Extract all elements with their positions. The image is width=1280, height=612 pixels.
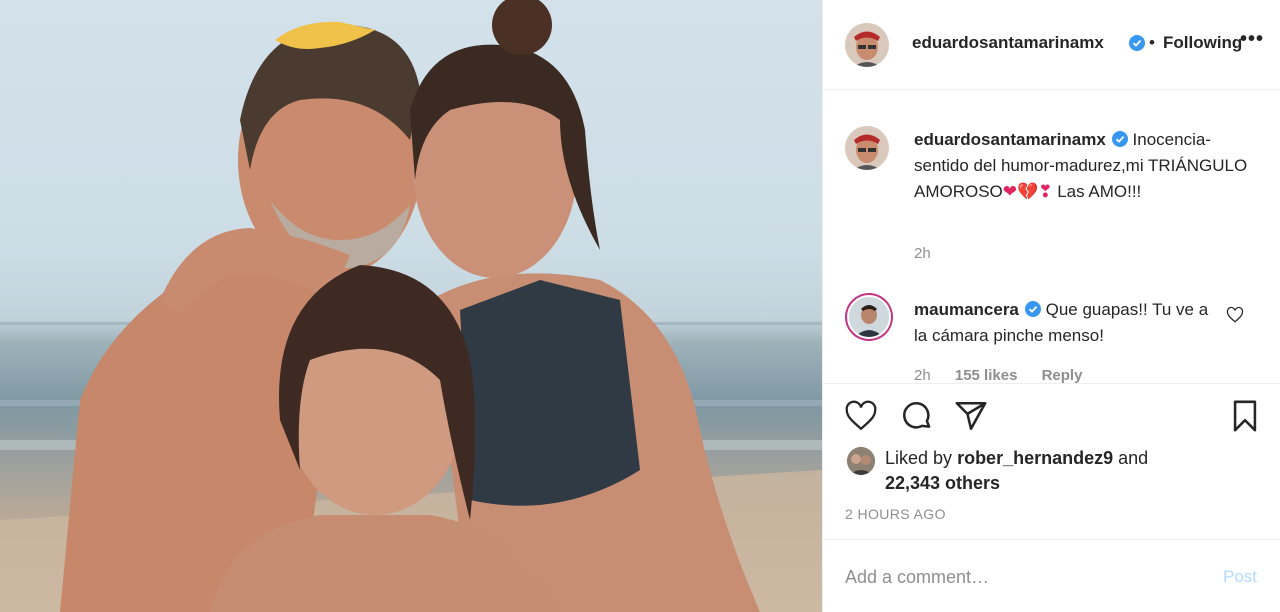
caption-emoji: ❤💔❣ bbox=[1002, 182, 1053, 201]
comment-reply-button[interactable]: Reply bbox=[1042, 367, 1083, 383]
post-header: eduardosantamarinamx • Following ••• bbox=[823, 0, 1280, 90]
caption-time: 2h bbox=[914, 245, 931, 262]
more-dots-icon[interactable]: ••• bbox=[1240, 28, 1264, 51]
liked-by-avatar[interactable] bbox=[847, 447, 875, 475]
liked-by-others[interactable]: 22,343 others bbox=[885, 473, 1000, 493]
heart-icon[interactable] bbox=[843, 398, 879, 434]
author-username[interactable]: eduardosantamarinamx bbox=[912, 33, 1104, 53]
caption-author-avatar[interactable] bbox=[845, 126, 889, 170]
add-comment-bar: Post bbox=[823, 539, 1280, 612]
post-comment-button[interactable]: Post bbox=[1223, 567, 1257, 587]
verified-badge-icon bbox=[1129, 35, 1145, 51]
liked-by-user[interactable]: rober_hernandez9 bbox=[957, 448, 1113, 468]
post-photo[interactable] bbox=[0, 0, 822, 612]
liked-by-summary: Liked by rober_hernandez9 and 22,343 oth… bbox=[885, 446, 1255, 496]
comment-like-heart-icon[interactable] bbox=[1226, 306, 1244, 329]
author-avatar[interactable] bbox=[845, 23, 889, 67]
liked-by-joiner: and bbox=[1118, 448, 1149, 468]
comment-username[interactable]: maumancera bbox=[914, 300, 1019, 319]
verified-badge-icon bbox=[1024, 299, 1041, 317]
bookmark-icon[interactable] bbox=[1227, 398, 1263, 434]
comment-likes[interactable]: 155 likes bbox=[955, 367, 1018, 383]
verified-badge-icon bbox=[1111, 129, 1128, 147]
follow-separator: • bbox=[1149, 33, 1155, 52]
comment-meta: 2h 155 likes Reply bbox=[914, 367, 1102, 383]
liked-by-prefix: Liked by bbox=[885, 448, 953, 468]
share-icon[interactable] bbox=[953, 398, 989, 434]
caption-text-end: Las AMO!!! bbox=[1057, 182, 1142, 201]
photo-illustration bbox=[0, 0, 822, 612]
comments-list[interactable]: eduardosantamarinamx Inocencia-sentido d… bbox=[823, 91, 1280, 383]
comment: maumancera Que guapas!! Tu ve a la cámar… bbox=[914, 297, 1219, 349]
add-comment-input[interactable] bbox=[845, 562, 1205, 592]
comment-icon[interactable] bbox=[899, 398, 935, 434]
caption-username[interactable]: eduardosantamarinamx bbox=[914, 130, 1106, 149]
post-side-panel: eduardosantamarinamx • Following ••• edu… bbox=[822, 0, 1280, 612]
commenter-avatar[interactable] bbox=[847, 295, 891, 339]
post-actions: Liked by rober_hernandez9 and 22,343 oth… bbox=[823, 383, 1280, 539]
following-button[interactable]: Following bbox=[1163, 33, 1242, 53]
post-timestamp[interactable]: 2 HOURS AGO bbox=[845, 506, 946, 522]
comment-time: 2h bbox=[914, 367, 931, 383]
caption: eduardosantamarinamx Inocencia-sentido d… bbox=[914, 127, 1249, 205]
caption-meta: 2h bbox=[914, 245, 951, 262]
